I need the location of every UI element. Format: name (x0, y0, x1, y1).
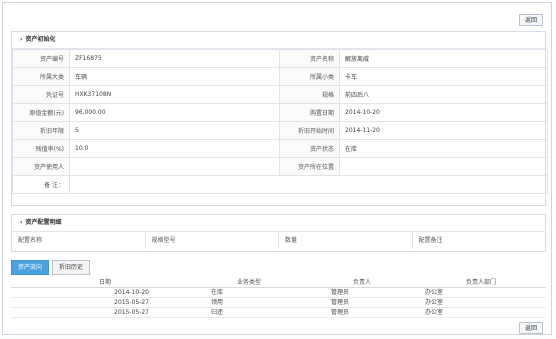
asset-init-panel: › 资产初始化 资产编号 ZF16875 资产名称 解放离威 所属大类 车辆 所属… (11, 31, 548, 206)
field-label: 折旧年限 (12, 121, 70, 140)
asset-config-header: › 资产配置明细 (12, 215, 545, 232)
field-label: 资产使用人 (12, 157, 70, 176)
asset-init-header: › 资产初始化 (12, 32, 545, 49)
chevron-right-icon: › (20, 36, 23, 43)
field-label: 资产状态 (279, 139, 340, 158)
column-header: 规格型号 (146, 232, 279, 249)
field-label: 原值金额(元) (12, 103, 70, 122)
asset-user-value (69, 157, 280, 176)
person-cell: 管理员 (330, 309, 349, 316)
category-value: 车辆 (69, 67, 280, 86)
asset-init-form: 资产编号 ZF16875 资产名称 解放离威 所属大类 车辆 所属小类 卡车 凭… (12, 49, 548, 194)
asset-location-value (339, 157, 548, 176)
form-row: 原值金额(元) 96,000.00 购置日期 2014-10-20 (12, 103, 548, 122)
asset-config-panel: › 资产配置明细 配置名称 规格型号 数量 配置备注 (11, 214, 546, 252)
column-header: 配置名称 (12, 232, 146, 249)
field-label: 所属小类 (279, 67, 340, 86)
field-label: 折旧开始时间 (279, 121, 340, 140)
tab-bar: 资产流向 折旧历史 (11, 260, 91, 275)
spec-value: 前四后八 (339, 85, 548, 104)
person-cell: 管理员 (330, 289, 349, 296)
page-frame: 返回 › 资产初始化 资产编号 ZF16875 资产名称 解放离威 所属大类 车辆… (2, 2, 552, 335)
date-cell: 2015-05-27 (114, 309, 149, 316)
purchase-date-value: 2014-10-20 (339, 103, 548, 122)
type-cell: 归还 (210, 309, 223, 316)
date-cell: 2015-05-27 (114, 299, 149, 306)
column-header: 负责人 (352, 279, 371, 286)
asset-name-value: 解放离威 (339, 49, 548, 68)
column-header: 数量 (279, 232, 413, 249)
column-header: 负责人部门 (465, 279, 496, 286)
dept-cell: 办公室 (424, 309, 443, 316)
depreciation-start-value: 2014-11-20 (339, 121, 548, 140)
asset-config-title: 资产配置明细 (25, 219, 62, 226)
back-button-bottom[interactable]: 返回 (518, 322, 543, 334)
form-row: 凭证号 HXK37108N 规格 前四后八 (12, 85, 548, 104)
form-row: 资产使用人 资产所在位置 (12, 157, 548, 176)
column-header: 日期 (98, 279, 111, 286)
chevron-right-icon: › (20, 219, 23, 226)
remark-label: 备 注： (12, 175, 70, 194)
field-label: 资产所在位置 (279, 157, 340, 176)
asset-flow-grid: 日期 业务类型 负责人 负责人部门 2014-10-20 在库 管理员 办公室 … (11, 278, 546, 318)
config-table-header: 配置名称 规格型号 数量 配置备注 (12, 232, 545, 249)
original-amount-value: 96,000.00 (69, 103, 280, 122)
form-row: 所属大类 车辆 所属小类 卡车 (12, 67, 548, 86)
subcategory-value: 卡车 (339, 67, 548, 86)
tab-depreciation-history[interactable]: 折旧历史 (52, 260, 91, 275)
asset-number-value: ZF16875 (69, 49, 280, 68)
dept-cell: 办公室 (424, 289, 443, 296)
type-cell: 领用 (210, 299, 223, 306)
table-row: 2015-05-27 领用 管理员 办公室 (11, 298, 546, 308)
back-button-top[interactable]: 返回 (518, 14, 543, 26)
field-label: 残值率(%) (12, 139, 70, 158)
dept-cell: 办公室 (424, 299, 443, 306)
form-row: 残值率(%) 10.0 资产状态 在库 (12, 139, 548, 158)
field-label: 购置日期 (279, 103, 340, 122)
date-cell: 2014-10-20 (114, 289, 149, 296)
field-label: 所属大类 (12, 67, 70, 86)
column-header: 业务类型 (236, 279, 261, 286)
form-row: 资产编号 ZF16875 资产名称 解放离威 (12, 49, 548, 68)
tab-asset-flow[interactable]: 资产流向 (11, 260, 50, 275)
table-row: 2015-05-27 归还 管理员 办公室 (11, 308, 546, 318)
column-header: 配置备注 (418, 237, 443, 244)
asset-status-value: 在库 (339, 139, 548, 158)
form-row: 备 注： (12, 175, 548, 194)
field-label: 资产编号 (12, 49, 70, 68)
depreciation-years-value: 5 (69, 121, 280, 140)
type-cell: 在库 (210, 289, 223, 296)
field-label: 规格 (279, 85, 340, 104)
grid-header: 日期 业务类型 负责人 负责人部门 (11, 278, 546, 288)
asset-init-title: 资产初始化 (25, 36, 56, 43)
residual-rate-value: 10.0 (69, 139, 280, 158)
field-label: 凭证号 (12, 85, 70, 104)
voucher-value: HXK37108N (69, 85, 280, 104)
remark-value (69, 175, 548, 194)
form-row: 折旧年限 5 折旧开始时间 2014-11-20 (12, 121, 548, 140)
table-row: 2014-10-20 在库 管理员 办公室 (11, 288, 546, 298)
field-label: 资产名称 (279, 49, 340, 68)
person-cell: 管理员 (330, 299, 349, 306)
